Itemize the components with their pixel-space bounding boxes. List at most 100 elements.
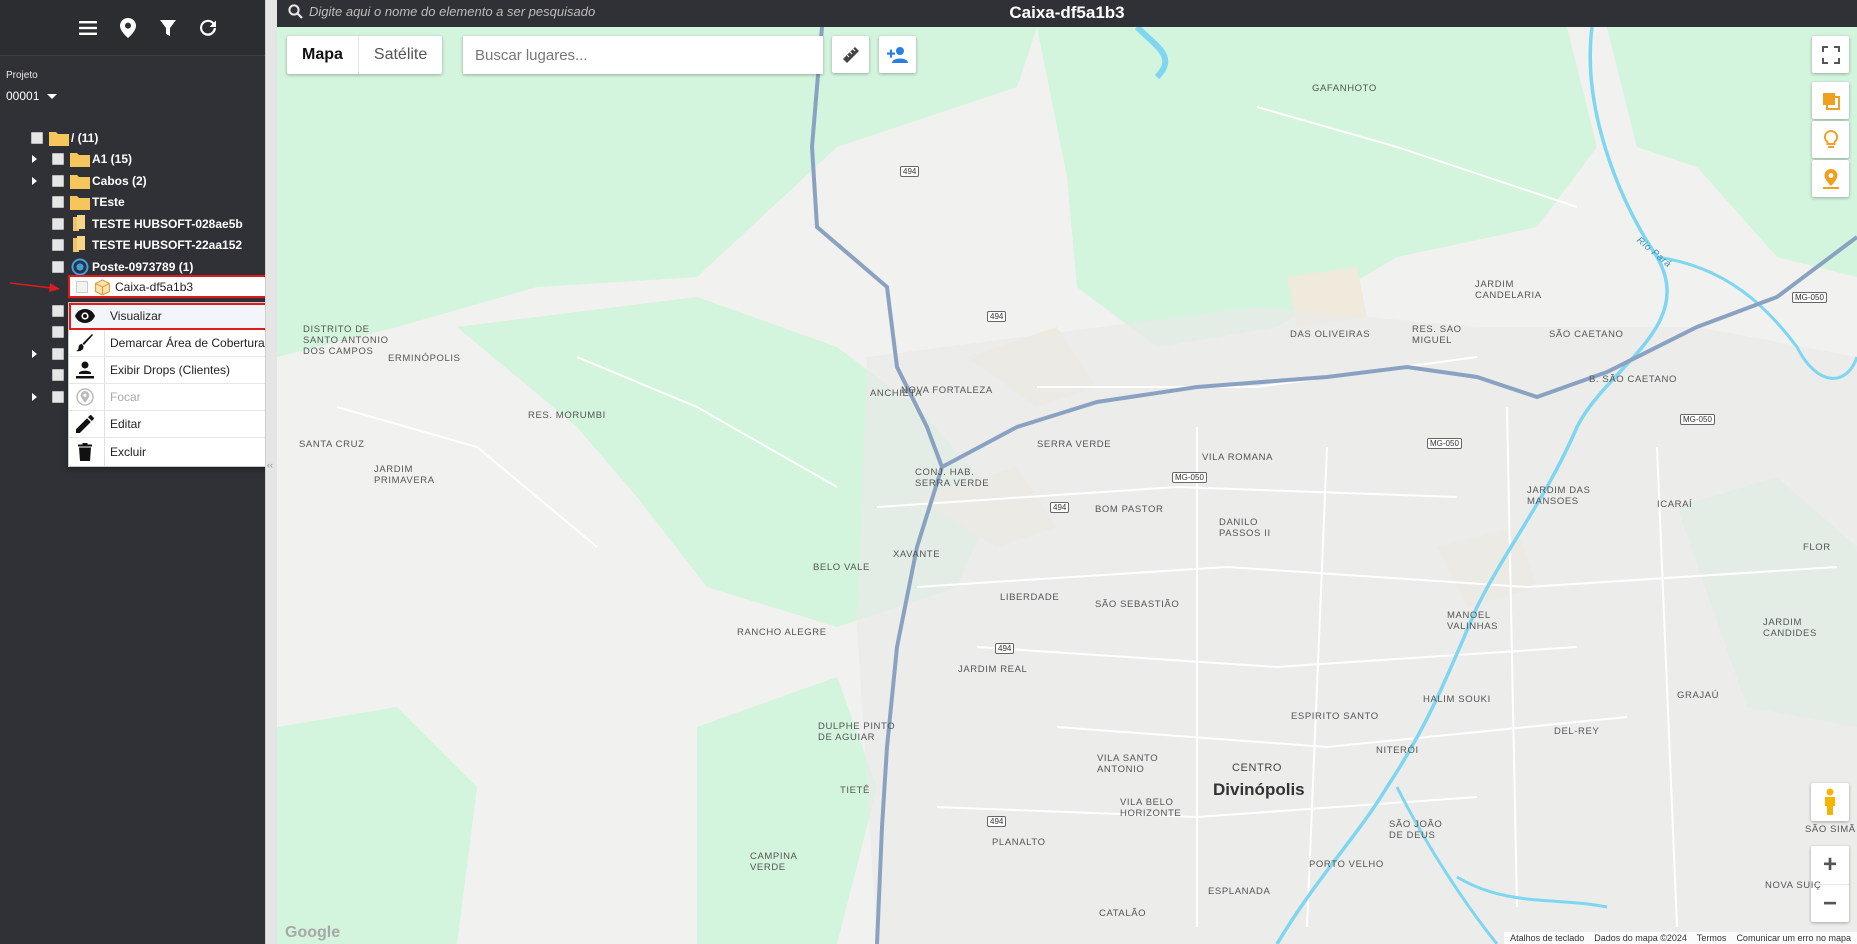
zoom-in-button[interactable]: + (1811, 846, 1849, 884)
context-menu-item-visualizar[interactable]: Visualizar (69, 303, 281, 330)
pole-target-icon (71, 258, 89, 276)
bulb-button[interactable] (1812, 121, 1849, 158)
map-label: ANCHIETA (870, 388, 923, 399)
project-select[interactable]: 00001 (6, 89, 259, 103)
map-label: SÃO SIMÃ (1805, 824, 1856, 835)
road-shield: 494 (987, 311, 1007, 322)
filter-icon[interactable] (157, 17, 179, 39)
tree-root[interactable]: / (11) (0, 128, 265, 148)
menu-icon[interactable] (77, 17, 99, 39)
tree-item-checkbox[interactable] (52, 391, 64, 403)
tree-item-label: TEste (92, 195, 125, 209)
tree-item-checkbox[interactable] (52, 196, 64, 208)
map-label: JARDIM PRIMAVERA (374, 464, 435, 486)
context-menu-item-excluir[interactable]: Excluir (69, 438, 281, 465)
map-label: PLANALTO (992, 837, 1046, 848)
context-menu-item-exibir-drops[interactable]: Exibir Drops (Clientes) (69, 357, 281, 384)
selected-item-checkbox[interactable] (76, 281, 88, 293)
map-label: SÃO CAETANO (1549, 329, 1624, 340)
report-error-link[interactable]: Comunicar um erro no mapa (1736, 933, 1851, 943)
tree-item[interactable]: TEste (0, 192, 265, 212)
tree-item[interactable]: A1 (15) (0, 149, 265, 169)
tree-item[interactable]: Cabos (2) (0, 171, 265, 191)
map-type-satellite-button[interactable]: Satélite (357, 36, 442, 74)
tree-item-label: TESTE HUBSOFT-22aa152 (92, 238, 243, 252)
map-label: XAVANTE (893, 549, 941, 560)
terms-link[interactable]: Termos (1697, 933, 1727, 943)
location-pin-icon (1822, 168, 1839, 189)
map-label: MANOEL VALINHAS (1447, 610, 1499, 632)
tree-item[interactable] (0, 365, 70, 385)
map-label: VILA ROMANA (1202, 452, 1274, 463)
tree-item[interactable] (0, 344, 70, 364)
map-label: DEL-REY (1554, 726, 1600, 737)
app-root: Projeto 00001 / (11) A1 (15) Cabos (2) T… (0, 0, 1857, 944)
map-label: JARDIM DAS MANSOES (1527, 485, 1591, 507)
expand-arrow-icon[interactable] (32, 393, 37, 401)
context-menu-item-editar[interactable]: Editar (69, 411, 281, 438)
tree-item[interactable]: TESTE HUBSOFT-22aa152 (0, 235, 265, 255)
selected-tree-item[interactable]: Caixa-df5a1b3 (68, 275, 267, 298)
add-person-button[interactable] (879, 36, 916, 73)
sidebar: Projeto 00001 / (11) A1 (15) Cabos (2) T… (0, 0, 267, 944)
folder-icon (70, 151, 90, 167)
map-label: HALIM SOUKI (1423, 694, 1491, 705)
tree-item-checkbox[interactable] (52, 369, 64, 381)
road-shield: MG-050 (1680, 414, 1715, 425)
tree-item[interactable]: Poste-0973789 (1) (0, 257, 265, 277)
expand-arrow-icon[interactable] (32, 155, 37, 163)
map-label: RES. SAO MIGUEL (1412, 324, 1462, 346)
tree-item[interactable] (0, 387, 70, 407)
context-menu-label: Excluir (110, 444, 147, 459)
folder-icon (49, 130, 69, 146)
map-label: B. SÃO CAETANO (1589, 374, 1677, 385)
map-label: ESPIRITO SANTO (1291, 711, 1379, 722)
expand-arrow-icon[interactable] (32, 177, 37, 185)
ruler-button[interactable] (832, 36, 869, 73)
tree-item[interactable]: TESTE HUBSOFT-028ae5b (0, 214, 265, 234)
tree-item-checkbox[interactable] (52, 305, 64, 317)
map-type-mapa-button[interactable]: Mapa (287, 36, 358, 74)
context-menu-label: Visualizar (110, 309, 162, 323)
place-search-input[interactable] (463, 36, 823, 74)
context-menu-item-demarcar[interactable]: Demarcar Área de Cobertura (69, 330, 281, 357)
trash-icon (75, 442, 95, 462)
map-pin-icon[interactable] (117, 17, 139, 39)
expand-arrow-icon[interactable] (32, 350, 37, 358)
lightbulb-icon (1823, 129, 1838, 148)
context-menu: Visualizar Demarcar Área de Cobertura Ex… (68, 302, 282, 467)
map-label: TIETÊ (840, 785, 870, 796)
tree-item-checkbox[interactable] (52, 153, 64, 165)
road-shield: 494 (995, 643, 1015, 654)
map-label: PORTO VELHO (1309, 859, 1384, 870)
layers-button[interactable] (1812, 82, 1849, 119)
street-view-button[interactable] (1811, 783, 1849, 821)
tree-item-checkbox[interactable] (52, 239, 64, 251)
context-menu-item-focar[interactable]: Focar (69, 384, 281, 411)
road-shield: MG-050 (1427, 438, 1462, 449)
map-label: SÃO SEBASTIÃO (1095, 599, 1180, 610)
document-folder-icon (71, 215, 89, 231)
keyboard-shortcuts-link[interactable]: Atalhos de teclado (1510, 933, 1584, 943)
fullscreen-button[interactable] (1812, 36, 1849, 73)
map-canvas[interactable]: Mapa Satélite + − 494 494 (277, 27, 1857, 944)
tree-item[interactable] (0, 301, 70, 321)
pegman-icon (1825, 788, 1835, 815)
tree-root-checkbox[interactable] (31, 132, 43, 144)
map-attribution: Atalhos de teclado Dados do mapa ©2024 T… (1504, 932, 1857, 944)
map-label: NOVA SUIÇ (1765, 880, 1822, 891)
layers-icon (1822, 92, 1840, 110)
tree-item-checkbox[interactable] (52, 218, 64, 230)
pencil-icon (75, 414, 95, 434)
map-label: RES. MORUMBI (528, 410, 606, 421)
tree-item-checkbox[interactable] (52, 175, 64, 187)
tree-item-checkbox[interactable] (52, 261, 64, 273)
tree-item-checkbox[interactable] (52, 348, 64, 360)
map-label: DAS OLIVEIRAS (1290, 329, 1371, 340)
tree-item-checkbox[interactable] (52, 326, 64, 338)
location-button[interactable] (1812, 160, 1849, 197)
sidebar-resize-handle[interactable]: ‹‹ (265, 0, 277, 944)
tree-item[interactable] (0, 322, 70, 342)
fullscreen-icon (1821, 45, 1840, 64)
refresh-icon[interactable] (197, 17, 219, 39)
